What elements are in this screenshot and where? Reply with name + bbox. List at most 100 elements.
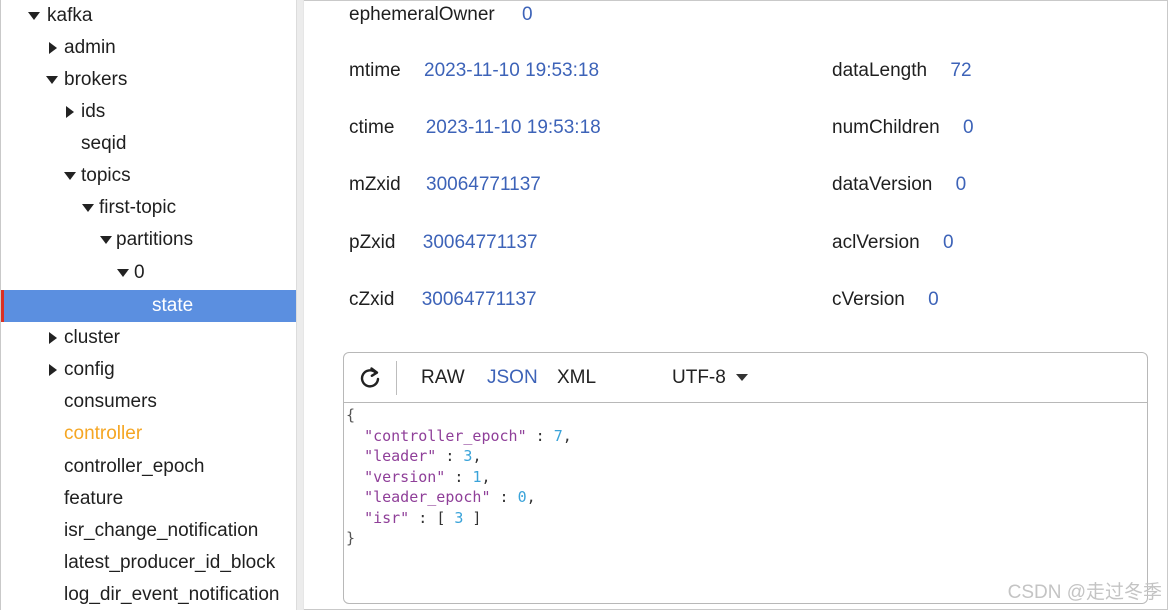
stat-value: 0 xyxy=(522,4,533,25)
stat-acl-version: aclVersion 0 xyxy=(832,228,954,258)
tree-node-label: feature xyxy=(64,488,124,509)
json-value: [ 3 ] xyxy=(436,508,482,527)
json-close-brace: } xyxy=(346,529,356,547)
tree-node-label: isr_change_notification xyxy=(64,520,259,541)
tree-node-config[interactable]: config xyxy=(1,354,296,386)
stat-value: 0 xyxy=(963,117,974,138)
collapse-arrow-icon[interactable] xyxy=(63,96,77,128)
tree-node-label: 0 xyxy=(134,262,145,283)
stat-label: ephemeralOwner xyxy=(349,4,495,25)
tree-node-partitions[interactable]: partitions xyxy=(1,224,296,256)
tree-node-label: controller_epoch xyxy=(64,456,205,477)
stat-label: aclVersion xyxy=(832,232,920,253)
tree-node-label: consumers xyxy=(64,391,157,412)
expand-arrow-icon[interactable] xyxy=(116,257,130,289)
code-line: } xyxy=(346,528,1145,549)
json-value: 7 xyxy=(553,426,563,445)
tree-node-label: controller xyxy=(64,423,143,444)
encoding-select[interactable]: UTF-8 xyxy=(672,365,726,391)
code-line: { xyxy=(346,405,1145,426)
tree-node-label: latest_producer_id_block xyxy=(64,552,276,573)
json-key: "version" xyxy=(364,467,446,486)
tree-node-controller[interactable]: controller xyxy=(1,418,296,450)
expand-arrow-icon[interactable] xyxy=(27,0,41,32)
tree-node-label: ids xyxy=(81,101,106,122)
stat-data-version: dataVersion 0 xyxy=(832,170,966,200)
stat-mtime: mtime 2023-11-10 19:53:18 xyxy=(349,56,599,86)
stat-label: mtime xyxy=(349,60,401,81)
pane-splitter[interactable] xyxy=(296,0,304,610)
tree-node-label: state xyxy=(152,295,194,316)
stat-label: cZxid xyxy=(349,289,395,310)
tree-node-controller-epoch[interactable]: controller_epoch xyxy=(1,451,296,483)
refresh-icon[interactable] xyxy=(358,365,382,391)
stat-mzxid: mZxid 30064771137 xyxy=(349,170,541,200)
collapse-arrow-icon[interactable] xyxy=(46,322,60,354)
data-viewer: RAW JSON XML UTF-8 { "controller_epoch" … xyxy=(343,352,1148,604)
stat-label: cVersion xyxy=(832,289,905,310)
toolbar-divider xyxy=(396,361,397,395)
stat-value: 2023-11-10 19:53:18 xyxy=(425,117,601,138)
tree-node-kafka[interactable]: kafka xyxy=(1,0,296,32)
tree-node-isr-change-notification[interactable]: isr_change_notification xyxy=(1,515,296,547)
collapse-arrow-icon[interactable] xyxy=(46,354,60,386)
collapse-arrow-icon[interactable] xyxy=(46,32,60,64)
code-line: "isr" : [ 3 ] xyxy=(364,508,482,527)
code-line: "leader" : 3, xyxy=(364,447,482,465)
stat-value: 0 xyxy=(955,174,967,195)
code-line: "version" : 1, xyxy=(364,467,491,486)
expand-arrow-icon[interactable] xyxy=(45,64,59,96)
stat-label: mZxid xyxy=(349,174,401,195)
stat-czxid: cZxid 30064771137 xyxy=(349,285,537,315)
tree-node-first-topic[interactable]: first-topic xyxy=(1,192,296,224)
json-key: "controller_epoch" xyxy=(364,426,527,445)
code-line: "controller_epoch" : 7, xyxy=(364,426,572,445)
tree-node-log-dir-event-notification[interactable]: log_dir_event_notification xyxy=(1,579,296,610)
tree-node-feature[interactable]: feature xyxy=(1,483,296,515)
stat-ctime: ctime 2023-11-10 19:53:18 xyxy=(349,113,601,143)
json-key: "leader" xyxy=(364,447,437,465)
stat-c-version: cVersion 0 xyxy=(832,285,939,315)
xml-format-button[interactable]: XML xyxy=(557,365,596,391)
tree-node-consumers[interactable]: consumers xyxy=(1,386,296,418)
expand-arrow-icon[interactable] xyxy=(81,192,95,224)
tree-node-brokers[interactable]: brokers xyxy=(1,64,296,96)
json-open-brace: { xyxy=(346,406,356,424)
expand-arrow-icon[interactable] xyxy=(63,160,77,192)
stat-value: 2023-11-10 19:53:18 xyxy=(424,60,600,81)
tree-node-label: topics xyxy=(81,165,131,186)
tree-node-label: first-topic xyxy=(99,197,177,218)
tree-node-label: seqid xyxy=(81,133,127,154)
tree-node-latest-producer-id-block[interactable]: latest_producer_id_block xyxy=(1,547,296,579)
stat-label: ctime xyxy=(349,117,395,138)
stat-value: 72 xyxy=(950,60,972,81)
chevron-down-icon[interactable] xyxy=(736,374,748,381)
tree-node-partition-0[interactable]: 0 xyxy=(1,257,296,289)
watermark: CSDN @走过冬季 xyxy=(1007,582,1162,603)
tree-node-seqid[interactable]: seqid xyxy=(1,128,296,160)
raw-format-button[interactable]: RAW xyxy=(421,365,465,391)
json-format-button[interactable]: JSON xyxy=(487,365,538,391)
stat-value: 30064771137 xyxy=(422,232,538,253)
tree-node-cluster[interactable]: cluster xyxy=(1,322,296,354)
stat-value: 0 xyxy=(928,289,939,310)
stat-label: dataVersion xyxy=(832,174,933,195)
stat-ephemeral-owner: ephemeralOwner 0 xyxy=(349,0,533,30)
tree-node-ids[interactable]: ids xyxy=(1,96,296,128)
json-key: "leader_epoch" xyxy=(364,488,491,506)
json-content[interactable]: { "controller_epoch" : 7, "leader" : 3, … xyxy=(346,405,1145,601)
stat-num-children: numChildren 0 xyxy=(832,113,974,143)
viewer-toolbar: RAW JSON XML UTF-8 xyxy=(344,353,1147,403)
tree-node-admin[interactable]: admin xyxy=(1,32,296,64)
stat-label: dataLength xyxy=(832,60,928,81)
tree-node-topics[interactable]: topics xyxy=(1,160,296,192)
tree-node-label: kafka xyxy=(47,5,93,26)
json-value: 0 xyxy=(517,488,527,506)
tree-node-label: log_dir_event_notification xyxy=(64,584,280,605)
expand-arrow-icon[interactable] xyxy=(99,224,113,256)
tree-node-label: partitions xyxy=(116,229,194,250)
stat-value: 0 xyxy=(942,232,954,253)
tree-node-state[interactable]: state xyxy=(1,290,296,322)
tree-node-label: admin xyxy=(64,37,116,58)
stat-label: numChildren xyxy=(832,117,940,138)
